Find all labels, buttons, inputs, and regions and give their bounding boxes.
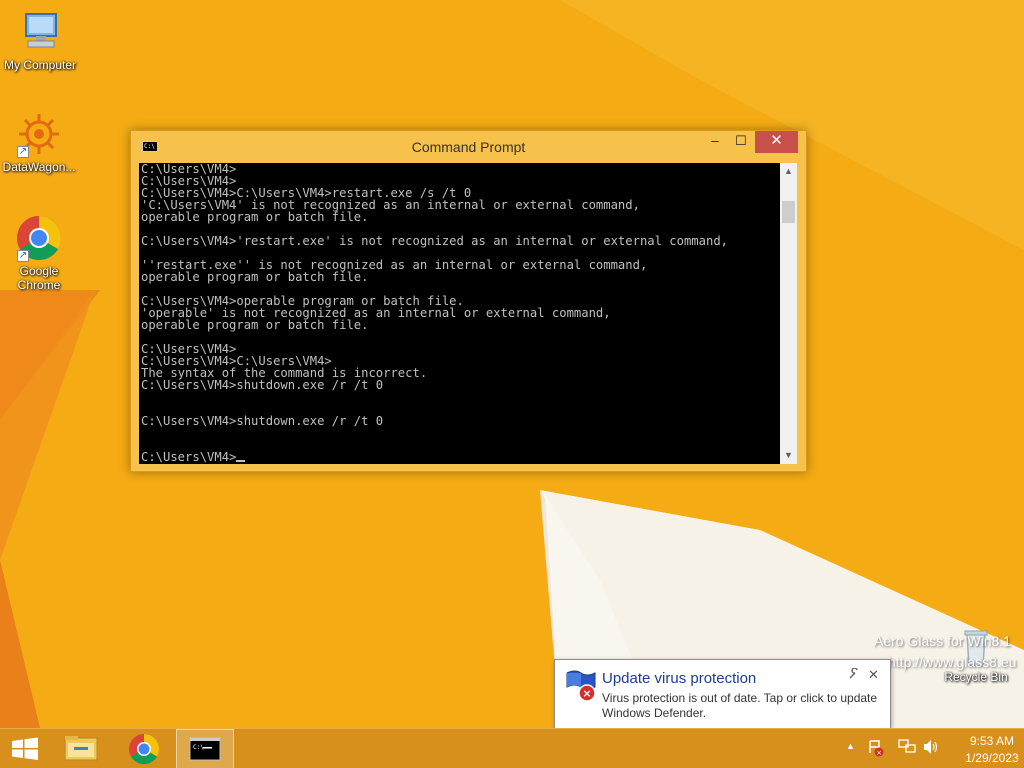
aero-glass-watermark: Aero Glass for Win8.1 http://www.glass8.… (874, 631, 1016, 673)
console-area[interactable]: C:\Users\VM4> C:\Users\VM4> C:\Users\VM4>C… (139, 163, 797, 464)
text-cursor (236, 460, 246, 462)
desktop-icon-google-chrome[interactable]: ↗ Google Chrome (0, 214, 79, 292)
console-line: operable program or batch file. (141, 210, 369, 224)
defender-warning-icon: × (565, 669, 597, 703)
minimize-button[interactable]: – (701, 131, 729, 153)
chrome-icon (129, 734, 160, 765)
computer-icon (16, 8, 64, 56)
show-hidden-icons-chevron-icon[interactable]: ▲ (846, 741, 855, 751)
console-line: C:\Users\VM4> (141, 451, 781, 463)
shortcut-arrow-icon: ↗ (17, 250, 29, 262)
notification-title: Update virus protection (602, 670, 757, 687)
scrollbar-thumb[interactable] (782, 201, 795, 223)
file-explorer-icon (64, 736, 98, 761)
svg-text:×: × (582, 687, 591, 700)
windows-logo-icon (12, 737, 38, 760)
chrome-icon: ↗ (15, 214, 63, 262)
console-line: C:\Users\VM4>shutdown.exe /r /t 0 (141, 414, 384, 428)
command-prompt-taskbar-button[interactable]: C:\ (176, 729, 234, 768)
desktop-icon-my-computer[interactable]: My Computer (0, 8, 80, 72)
wrench-icon[interactable] (848, 667, 860, 683)
file-explorer-taskbar-button[interactable] (57, 729, 105, 768)
desktop-icon-label: Google Chrome (17, 264, 61, 292)
window-titlebar[interactable]: C:\ Command Prompt – ☐ ✕ (131, 131, 806, 163)
watermark-line-1: Aero Glass for Win8.1 (874, 633, 1011, 649)
desktop-icon-datawagon[interactable]: ↗ DataWagon... (0, 110, 79, 174)
chrome-taskbar-button[interactable] (120, 729, 168, 768)
notification-message: Virus protection is out of date. Tap or … (602, 691, 878, 720)
command-prompt-window[interactable]: C:\ Command Prompt – ☐ ✕ C:\Users\VM4> C:… (130, 130, 807, 472)
vertical-scrollbar[interactable]: ▲ ▼ (780, 163, 797, 464)
scroll-down-arrow-icon[interactable]: ▼ (780, 447, 797, 464)
console-line: C:\Users\VM4>'restart.exe' is not recogn… (141, 234, 728, 248)
close-button[interactable]: ✕ (755, 131, 798, 153)
clock-date[interactable]: 1/29/2023 (956, 751, 1024, 765)
datawagon-icon: ↗ (15, 110, 63, 158)
volume-icon[interactable] (922, 739, 940, 758)
svg-text:×: × (876, 749, 882, 757)
network-icon[interactable] (898, 739, 916, 758)
console-line: C:\Users\VM4>shutdown.exe /r /t 0 (141, 378, 384, 392)
console-output[interactable]: C:\Users\VM4> C:\Users\VM4> C:\Users\VM4>C… (141, 163, 781, 464)
watermark-line-2: http://www.glass8.eu (888, 654, 1017, 670)
svg-text:C:\: C:\ (193, 744, 204, 751)
desktop-icon-label: DataWagon... (2, 160, 76, 174)
maximize-button[interactable]: ☐ (729, 131, 753, 153)
console-line: C:\Users\VM4> (141, 163, 237, 176)
scroll-up-arrow-icon[interactable]: ▲ (780, 163, 797, 180)
system-tray: ▲ × 9:53 AM 1/29/2023 (840, 729, 1024, 768)
close-icon[interactable]: ✕ (868, 667, 879, 683)
taskbar: C:\ ▲ × 9:53 AM 1/29/2023 (0, 728, 1024, 768)
command-prompt-icon: C:\ (189, 737, 221, 761)
start-button[interactable] (0, 729, 50, 768)
desktop-icon-label: My Computer (3, 58, 77, 72)
action-center-warning-icon[interactable]: × (868, 739, 884, 760)
console-line: operable program or batch file. (141, 318, 369, 332)
console-line: operable program or batch file. (141, 270, 369, 284)
shortcut-arrow-icon: ↗ (17, 146, 29, 158)
defender-notification[interactable]: × Update virus protection Virus protecti… (554, 659, 891, 729)
clock-time[interactable]: 9:53 AM (956, 734, 1024, 748)
